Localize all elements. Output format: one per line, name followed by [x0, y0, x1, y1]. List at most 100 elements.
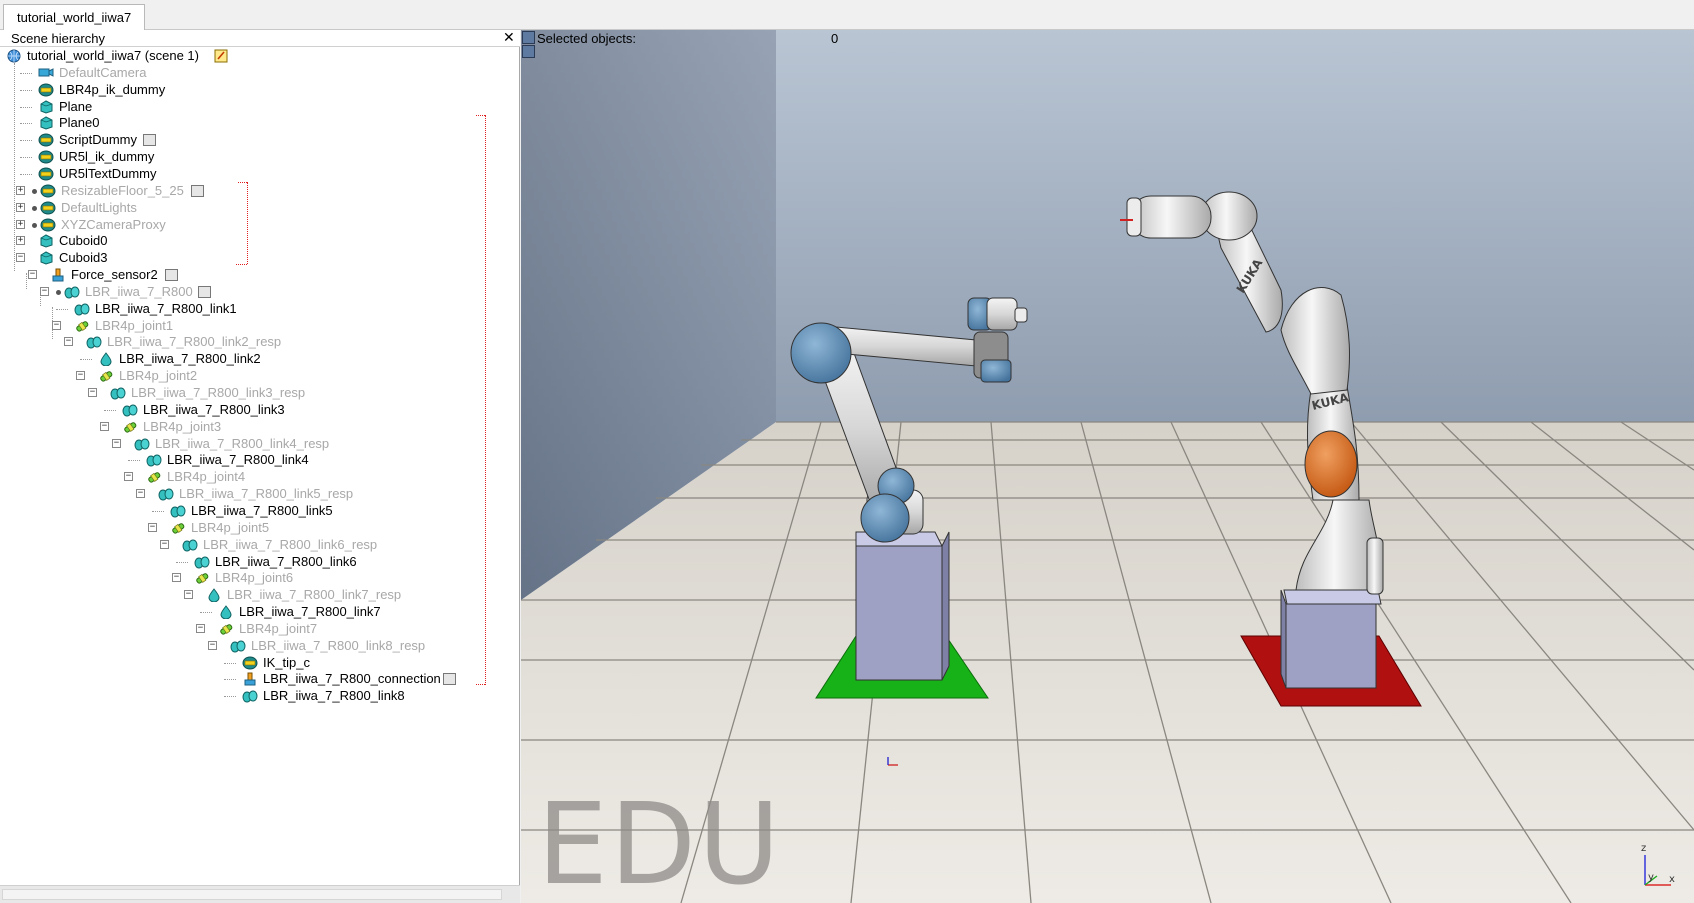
view-menu-button[interactable]: [522, 45, 535, 58]
expand-toggle-icon[interactable]: −: [196, 624, 205, 633]
tree-item[interactable]: − LBR_iiwa_7_R800_link6_resp: [0, 536, 520, 554]
dummy-icon: [38, 133, 54, 147]
tree-item[interactable]: LBR_iiwa_7_R800_link1: [0, 300, 520, 318]
tree-item-label: LBR_iiwa_7_R800_link8: [263, 688, 405, 703]
expand-toggle-icon[interactable]: −: [52, 321, 61, 330]
tree-item[interactable]: LBR_iiwa_7_R800_link4: [0, 451, 520, 469]
tree-item-label: DefaultLights: [61, 200, 137, 215]
tree-item[interactable]: LBR_iiwa_7_R800_link2: [0, 350, 520, 368]
tree-item[interactable]: UR5lTextDummy: [0, 165, 520, 183]
tree-item[interactable]: LBR_iiwa_7_R800_link8: [0, 687, 520, 705]
expand-toggle-icon[interactable]: −: [124, 472, 133, 481]
tree-item[interactable]: − LBR_iiwa_7_R800: [0, 283, 520, 301]
tree-item[interactable]: + DefaultLights: [0, 199, 520, 217]
model-marker-icon: [56, 290, 61, 295]
compound-shape-icon: [64, 285, 80, 299]
view-minimize-button[interactable]: [522, 31, 535, 44]
script-icon[interactable]: [443, 673, 456, 685]
tree-item[interactable]: LBR_iiwa_7_R800_link5: [0, 502, 520, 520]
scrollbar-thumb[interactable]: [2, 889, 502, 900]
tree-item[interactable]: − LBR4p_joint7: [0, 620, 520, 638]
tree-item[interactable]: − LBR4p_joint3: [0, 418, 520, 436]
joint-icon: [98, 369, 114, 383]
tree-item[interactable]: Plane0: [0, 114, 520, 132]
compound-shape-icon: [230, 639, 246, 653]
expand-toggle-icon[interactable]: −: [172, 573, 181, 582]
tree-item-label: LBR4p_joint5: [191, 520, 270, 535]
tree-item[interactable]: + Cuboid0: [0, 232, 520, 250]
close-icon[interactable]: ✕: [503, 29, 515, 46]
expand-toggle-icon[interactable]: −: [88, 388, 97, 397]
tree-item-label: LBR4p_joint6: [215, 570, 294, 585]
dummy-icon: [40, 218, 56, 232]
script-icon[interactable]: [143, 134, 156, 146]
scene-hierarchy-panel: Scene hierarchy ✕ tutorial_world_iiwa7 (…: [0, 29, 520, 903]
tree-item-label: Force_sensor2: [71, 267, 158, 282]
compound-shape-icon: [158, 487, 174, 501]
expand-toggle-icon[interactable]: −: [64, 337, 73, 346]
tree-item[interactable]: − LBR_iiwa_7_R800_link8_resp: [0, 637, 520, 655]
tree-item[interactable]: − LBR4p_joint5: [0, 519, 520, 537]
tree-item[interactable]: LBR_iiwa_7_R800_link7: [0, 603, 520, 621]
tree-item-label: LBR_iiwa_7_R800_link2: [119, 351, 261, 366]
horizontal-scrollbar[interactable]: [0, 885, 520, 903]
expand-toggle-icon[interactable]: −: [160, 540, 169, 549]
compound-shape-icon: [86, 335, 102, 349]
tree-item[interactable]: DefaultCamera: [0, 64, 520, 82]
expand-toggle-icon[interactable]: −: [208, 641, 217, 650]
camera-icon: [38, 66, 54, 80]
expand-toggle-icon[interactable]: +: [16, 236, 25, 245]
expand-toggle-icon[interactable]: −: [148, 523, 157, 532]
tree-item-label: LBR_iiwa_7_R800_link5_resp: [179, 486, 354, 501]
tree-item[interactable]: − Force_sensor2: [0, 266, 520, 284]
tree-item[interactable]: ScriptDummy: [0, 131, 520, 149]
scene-viewport[interactable]: KUKA KUKA Selected objects: 0 EDU z y x: [521, 30, 1694, 903]
tree-item[interactable]: + ResizableFloor_5_25: [0, 182, 520, 200]
script-icon[interactable]: [165, 269, 178, 281]
script-icon[interactable]: [198, 286, 211, 298]
scene-render[interactable]: KUKA KUKA: [521, 30, 1694, 903]
expand-toggle-icon[interactable]: −: [100, 422, 109, 431]
tree-connector: [104, 410, 116, 411]
tree-item-label: LBR_iiwa_7_R800: [85, 284, 193, 299]
tree-item[interactable]: UR5l_ik_dummy: [0, 148, 520, 166]
tree-item-label: LBR_iiwa_7_R800_link8_resp: [251, 638, 426, 653]
tree-item[interactable]: − LBR_iiwa_7_R800_link7_resp: [0, 586, 520, 604]
tree-item[interactable]: − LBR4p_joint4: [0, 468, 520, 486]
expand-toggle-icon[interactable]: −: [28, 270, 37, 279]
force-sensor-icon: [50, 268, 66, 282]
tree-item[interactable]: LBR_iiwa_7_R800_connection: [0, 670, 520, 688]
expand-toggle-icon[interactable]: +: [16, 203, 25, 212]
tree-connector: [80, 359, 92, 360]
expand-toggle-icon[interactable]: −: [184, 590, 193, 599]
tree-item-label: ResizableFloor_5_25: [61, 183, 184, 198]
kuka-pedestal-top: [1283, 589, 1382, 605]
tree-item[interactable]: LBR4p_ik_dummy: [0, 81, 520, 99]
expand-toggle-icon[interactable]: −: [40, 287, 49, 296]
expand-toggle-icon[interactable]: −: [136, 489, 145, 498]
tree-item[interactable]: − LBR_iiwa_7_R800_link5_resp: [0, 485, 520, 503]
world-icon: [6, 49, 22, 63]
tree-item[interactable]: − Cuboid3: [0, 249, 520, 267]
scene-edit-icon[interactable]: [214, 49, 230, 63]
tree-item[interactable]: − LBR4p_joint6: [0, 569, 520, 587]
tree-item[interactable]: − LBR_iiwa_7_R800_link3_resp: [0, 384, 520, 402]
tree-connector: [176, 562, 188, 563]
expand-toggle-icon[interactable]: +: [16, 186, 25, 195]
expand-toggle-icon[interactable]: −: [16, 253, 25, 262]
tree-item[interactable]: LBR_iiwa_7_R800_link3: [0, 401, 520, 419]
dummy-icon: [40, 184, 56, 198]
tree-item-label: LBR_iiwa_7_R800_link2_resp: [107, 334, 282, 349]
expand-toggle-icon[interactable]: −: [112, 439, 121, 448]
tree-item[interactable]: − LBR4p_joint2: [0, 367, 520, 385]
tab-tutorial-world[interactable]: tutorial_world_iiwa7: [3, 4, 146, 31]
shape-icon: [38, 116, 54, 130]
tree-item[interactable]: tutorial_world_iiwa7 (scene 1): [0, 47, 520, 65]
expand-toggle-icon[interactable]: +: [16, 220, 25, 229]
script-icon[interactable]: [191, 185, 204, 197]
expand-toggle-icon[interactable]: −: [76, 371, 85, 380]
tree-item[interactable]: − LBR_iiwa_7_R800_link2_resp: [0, 333, 520, 351]
scene-tree[interactable]: tutorial_world_iiwa7 (scene 1) DefaultCam…: [0, 47, 520, 885]
compound-shape-icon: [122, 403, 138, 417]
dummy-icon: [38, 150, 54, 164]
